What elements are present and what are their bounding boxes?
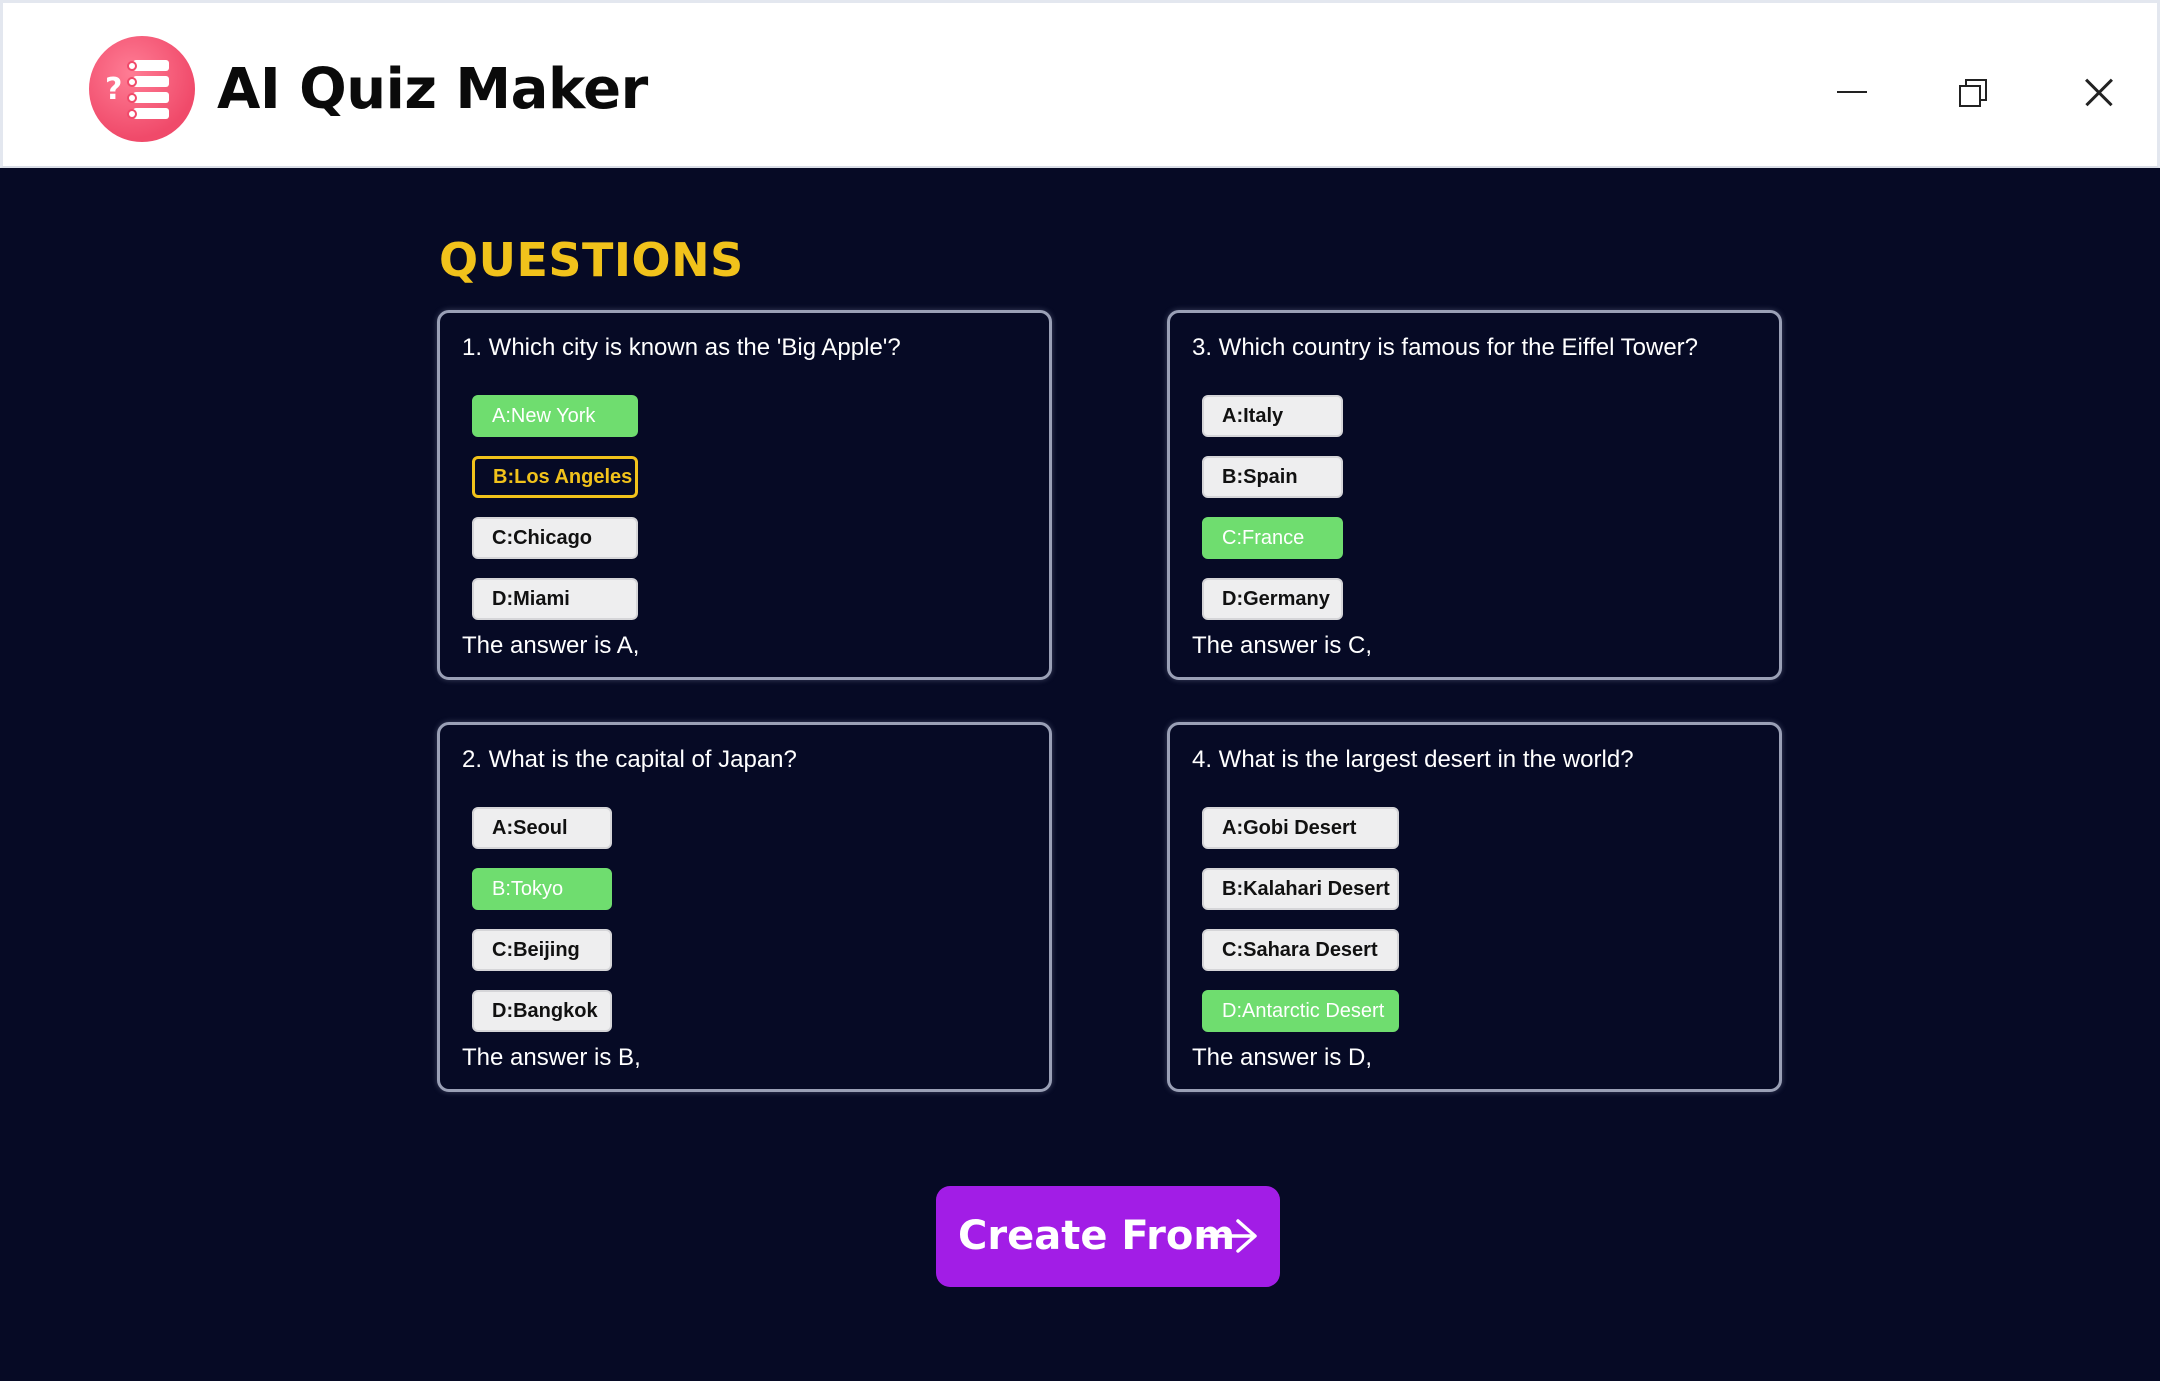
option-c[interactable]: C:Chicago — [472, 517, 638, 559]
question-card-2: 2. What is the capital of Japan? A:Seoul… — [437, 722, 1052, 1092]
option-d[interactable]: D:Miami — [472, 578, 638, 620]
option-d[interactable]: D:Bangkok — [472, 990, 612, 1032]
option-a[interactable]: A:Italy — [1202, 395, 1343, 437]
close-icon[interactable] — [2069, 63, 2129, 123]
create-from-label: Create From — [958, 1213, 1236, 1259]
question-card-4: 4. What is the largest desert in the wor… — [1167, 722, 1782, 1092]
option-b[interactable]: B:Tokyo — [472, 868, 612, 910]
question-text: 4. What is the largest desert in the wor… — [1192, 746, 1634, 773]
title-bar: ? AI Quiz Maker — [0, 0, 2160, 168]
questions-heading: QUESTIONS — [439, 233, 744, 287]
question-text: 3. Which country is famous for the Eiffe… — [1192, 334, 1699, 361]
option-a[interactable]: A:Seoul — [472, 807, 612, 849]
option-b[interactable]: B:Spain — [1202, 456, 1343, 498]
option-a[interactable]: A:New York — [472, 395, 638, 437]
option-a[interactable]: A:Gobi Desert — [1202, 807, 1399, 849]
option-d[interactable]: D:Antarctic Desert — [1202, 990, 1399, 1032]
answer-text: The answer is C, — [1192, 632, 1373, 659]
option-d[interactable]: D:Germany — [1202, 578, 1343, 620]
app-title: AI Quiz Maker — [217, 57, 648, 122]
logo-dot — [127, 93, 137, 103]
restore-icon-front — [1959, 85, 1981, 107]
answer-text: The answer is D, — [1192, 1044, 1373, 1071]
option-b[interactable]: B:Kalahari Desert — [1202, 868, 1399, 910]
question-text: 2. What is the capital of Japan? — [462, 746, 797, 773]
logo-line — [133, 108, 169, 119]
logo-line — [133, 92, 169, 103]
minimize-icon[interactable] — [1821, 63, 1881, 123]
logo-dot — [127, 61, 137, 71]
logo-dot — [127, 77, 137, 87]
answer-text: The answer is B, — [462, 1044, 641, 1071]
quiz-list-icon: ? — [89, 36, 195, 142]
logo-question-mark: ? — [105, 72, 123, 107]
logo-dot — [127, 109, 137, 119]
option-c[interactable]: C:Sahara Desert — [1202, 929, 1399, 971]
question-text: 1. Which city is known as the 'Big Apple… — [462, 334, 901, 361]
logo-line — [133, 60, 169, 71]
logo-line — [133, 76, 169, 87]
question-card-1: 1. Which city is known as the 'Big Apple… — [437, 310, 1052, 680]
answer-text: The answer is A, — [462, 632, 640, 659]
create-from-button[interactable]: Create From — [936, 1186, 1280, 1287]
option-c[interactable]: C:France — [1202, 517, 1343, 559]
option-c[interactable]: C:Beijing — [472, 929, 612, 971]
arrow-right-icon — [1200, 1219, 1257, 1253]
restore-icon[interactable] — [1943, 63, 2003, 123]
question-card-3: 3. Which country is famous for the Eiffe… — [1167, 310, 1782, 680]
option-b[interactable]: B:Los Angeles — [472, 456, 638, 498]
